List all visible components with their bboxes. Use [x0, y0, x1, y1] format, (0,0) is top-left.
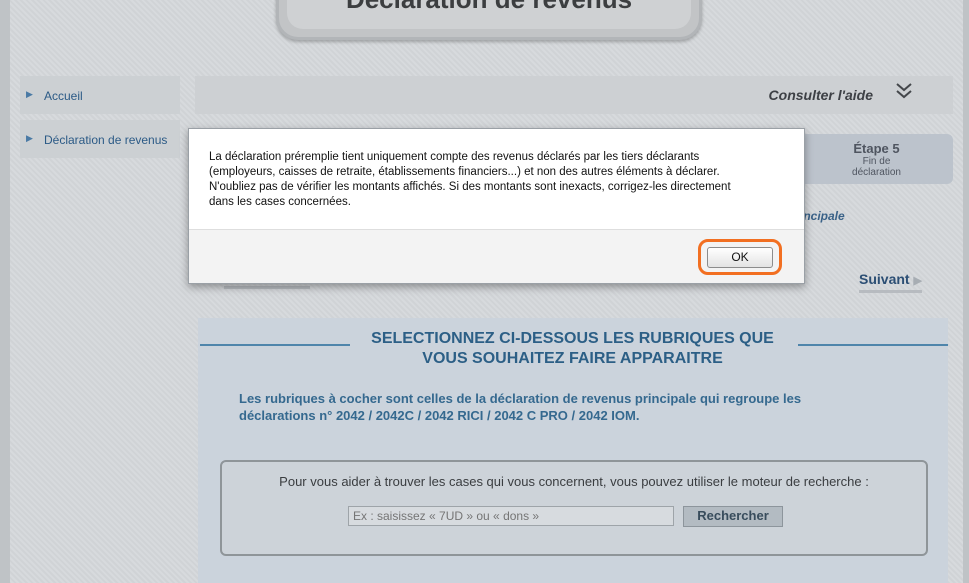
- dialog-line3: N'oubliez pas de vérifier les montants a…: [209, 181, 731, 193]
- step-subtitle-line2: déclaration: [852, 167, 901, 178]
- search-panel: Pour vous aider à trouver les cases qui …: [220, 460, 928, 556]
- header-banner: Déclaration de revenus: [276, 0, 702, 40]
- main-content: SELECTIONNEZ CI-DESSOUS LES RUBRIQUES QU…: [198, 318, 948, 583]
- step-5-indicator: Étape 5 Fin de déclaration: [800, 134, 953, 184]
- sidebar-item-label: Déclaration de revenus: [44, 133, 168, 147]
- info-line2: déclarations n° 2042 / 2042C / 2042 RICI…: [239, 408, 640, 423]
- next-label: Suivant: [859, 271, 910, 287]
- help-link[interactable]: Consulter l'aide: [769, 87, 873, 103]
- declaration-subtitle: incipale: [800, 209, 845, 223]
- ok-button[interactable]: OK: [707, 247, 773, 268]
- ok-highlight-ring: OK: [698, 239, 782, 275]
- right-rail: [963, 0, 969, 583]
- sidebar-item-declaration[interactable]: ▶ Déclaration de revenus: [20, 120, 180, 158]
- info-text: Les rubriques à cocher sont celles de la…: [239, 390, 839, 424]
- title-rule-left: [200, 344, 350, 346]
- dialog-footer: OK: [189, 229, 804, 283]
- step-title: Étape 5: [853, 141, 900, 156]
- page-title: Déclaration de revenus: [287, 0, 691, 29]
- step-subtitle-line1: Fin de: [862, 156, 891, 167]
- search-help-text: Pour vous aider à trouver les cases qui …: [279, 474, 869, 489]
- section-title-line1: SELECTIONNEZ CI-DESSOUS LES RUBRIQUES QU…: [371, 330, 774, 347]
- help-bar[interactable]: Consulter l'aide: [195, 76, 953, 114]
- left-rail: [0, 0, 10, 583]
- sidebar-item-label: Accueil: [44, 89, 83, 103]
- double-chevron-down-icon[interactable]: [893, 80, 915, 108]
- section-title-line2: VOUS SOUHAITEZ FAIRE APPARAITRE: [422, 350, 723, 367]
- previous-link-underline: [224, 286, 310, 289]
- section-title: SELECTIONNEZ CI-DESSOUS LES RUBRIQUES QU…: [350, 329, 795, 369]
- triangle-right-icon: ▶: [913, 275, 922, 287]
- dialog-line2: (employeurs, caisses de retraite, établi…: [209, 166, 720, 178]
- next-button[interactable]: Suivant ▶: [859, 271, 922, 293]
- dialog-line1: La déclaration préremplie tient uniqueme…: [209, 151, 700, 163]
- sidebar-item-accueil[interactable]: ▶ Accueil: [20, 76, 180, 114]
- triangle-right-icon: ▶: [26, 89, 33, 99]
- dialog-message: La déclaration préremplie tient uniqueme…: [209, 150, 781, 210]
- triangle-right-icon: ▶: [26, 133, 33, 143]
- search-input[interactable]: [348, 506, 674, 526]
- info-line1: Les rubriques à cocher sont celles de la…: [239, 391, 802, 406]
- search-button[interactable]: Rechercher: [683, 506, 783, 527]
- step-subtitle: Fin de déclaration: [800, 156, 953, 178]
- title-rule-right: [798, 344, 948, 346]
- dialog-line4: dans les cases concernées.: [209, 196, 351, 208]
- info-dialog: La déclaration préremplie tient uniqueme…: [188, 128, 805, 284]
